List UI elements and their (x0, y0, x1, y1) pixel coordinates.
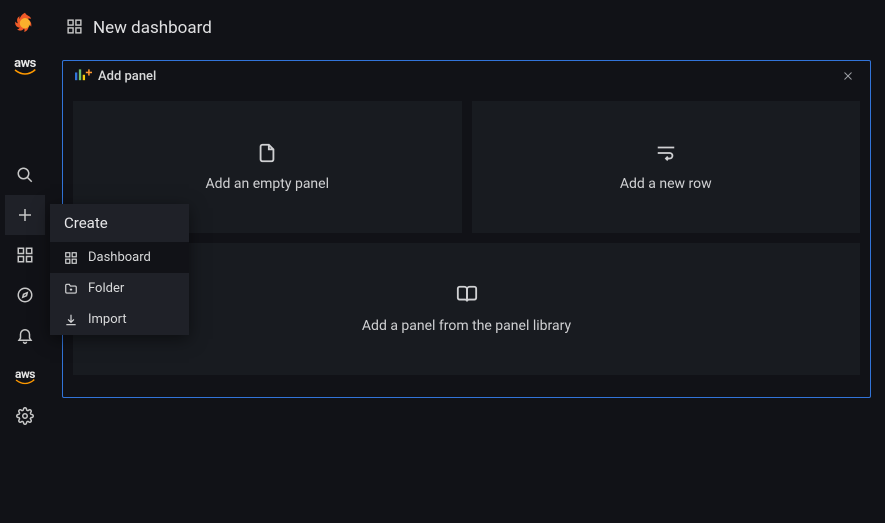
add-new-row-button[interactable]: Add a new row (472, 101, 861, 233)
flyout-item-label: Folder (88, 281, 124, 296)
download-icon (64, 313, 78, 327)
page-header: New dashboard (50, 0, 885, 56)
nav-configuration[interactable] (5, 396, 45, 436)
dashboard-grid-icon (66, 18, 83, 39)
add-empty-panel-label: Add an empty panel (206, 176, 330, 192)
grafana-logo[interactable] (8, 8, 42, 42)
nav-search[interactable] (5, 155, 45, 195)
dashboard-grid-icon (16, 246, 34, 264)
panel-header: Add panel (63, 61, 870, 91)
panel-title: Add panel (98, 69, 156, 84)
nav-create[interactable] (5, 195, 45, 235)
aws-smile-icon (14, 69, 36, 77)
nav-explore[interactable] (5, 275, 45, 315)
panel-row-top: Add an empty panel Add a new row (73, 101, 860, 233)
folder-plus-icon (64, 282, 78, 296)
dashboard-grid-icon (64, 251, 78, 265)
page-title: New dashboard (93, 18, 212, 38)
grafana-icon (11, 11, 39, 39)
add-from-library-button[interactable]: Add a panel from the panel library (73, 243, 860, 375)
book-open-icon (456, 284, 478, 306)
plus-icon (16, 206, 34, 224)
close-button[interactable] (838, 66, 858, 86)
close-icon (842, 70, 854, 82)
nav-dashboards[interactable] (5, 235, 45, 275)
compass-icon (16, 286, 34, 304)
aws-smile-icon (15, 379, 35, 386)
nav-alerting[interactable] (5, 315, 45, 355)
file-icon (256, 142, 278, 164)
wrap-text-icon (655, 142, 677, 164)
bell-icon (16, 326, 34, 344)
add-new-row-label: Add a new row (620, 176, 712, 192)
flyout-item-import[interactable]: Import (50, 304, 189, 335)
create-flyout-menu: Create Dashboard Folder Import (50, 204, 189, 335)
add-panel-icon (75, 67, 92, 85)
panel-row-bottom: Add a panel from the panel library (73, 243, 860, 375)
flyout-item-folder[interactable]: Folder (50, 273, 189, 304)
sidebar: aws aws (0, 0, 50, 523)
flyout-item-label: Import (88, 312, 127, 327)
flyout-item-label: Dashboard (88, 250, 151, 265)
flyout-title[interactable]: Create (50, 204, 189, 242)
gear-icon (16, 407, 34, 425)
search-icon (16, 166, 34, 184)
add-from-library-label: Add a panel from the panel library (362, 318, 571, 334)
flyout-item-dashboard[interactable]: Dashboard (50, 242, 189, 273)
